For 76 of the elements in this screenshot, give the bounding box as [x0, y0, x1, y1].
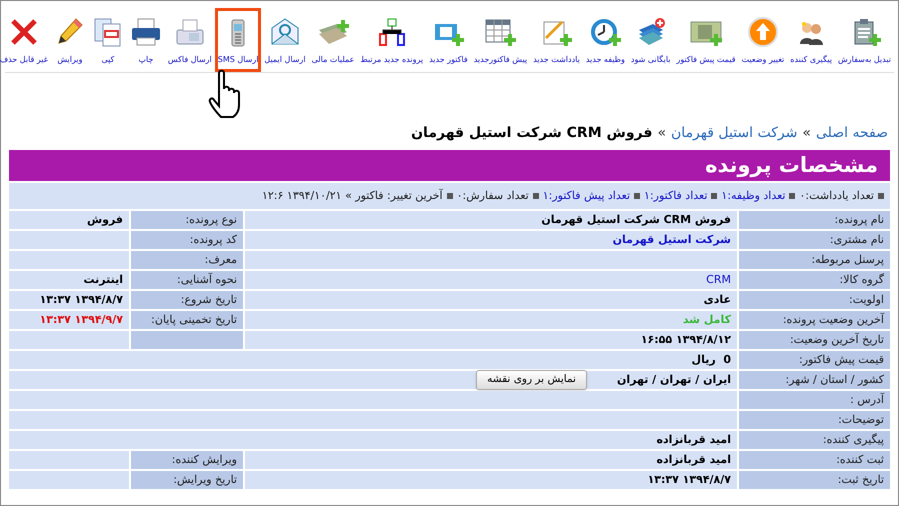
- field-label: تاریخ آخرین وضعیت:: [739, 331, 890, 349]
- cell-value: ۱۳۹۴/۹/۷ ۱۳:۳۷: [40, 312, 123, 328]
- breadcrumb-link[interactable]: صفحه اصلی: [816, 123, 888, 144]
- cell-value: ۱۳۹۴/۸/۷ ۱۳:۳۷: [40, 292, 123, 308]
- toolbar-button[interactable]: ارسال فاکس: [164, 8, 215, 72]
- field-label: ویرایش کننده:: [131, 451, 243, 469]
- summary-text: آخرین تغییر: فاکتور » ۱۳۹۴/۱۰/۲۱ ۱۲:۶: [262, 188, 443, 204]
- toolbar-button[interactable]: قیمت پیش فاکتور: [674, 8, 739, 72]
- toolbar-button[interactable]: وظیفه جدید: [582, 8, 628, 72]
- field-label: ثبت کننده:: [739, 451, 890, 469]
- toolbar-button[interactable]: چاپ: [126, 8, 165, 72]
- field-label: تاریخ شروع:: [131, 291, 243, 309]
- field-label: نام مشتری:: [739, 231, 890, 249]
- cell-value: امید قربانزاده: [656, 432, 731, 448]
- toolbar-button[interactable]: ارسال ایمیل: [261, 8, 309, 72]
- field-label: کشور / استان / شهر:: [739, 371, 890, 389]
- field-label: نوع پرونده:: [131, 211, 243, 229]
- toolbar-button[interactable]: ارسال SMS: [214, 8, 262, 72]
- breadcrumb-separator: »: [802, 124, 811, 143]
- toolbar-button[interactable]: فاکتور جدید: [426, 8, 471, 72]
- toolbar-button[interactable]: بایگانی شود: [628, 8, 674, 72]
- cell-value: فروش CRM شرکت استیل قهرمان: [541, 212, 731, 228]
- breadcrumb-current: فروش CRM شرکت استیل قهرمان: [411, 124, 652, 143]
- toolbar-button[interactable]: عملیات مالی: [308, 8, 358, 72]
- toolbar-button[interactable]: پیگیری کننده: [787, 8, 835, 72]
- toolbar-button[interactable]: ویرایش: [50, 8, 89, 72]
- field-label: کد پرونده:: [131, 231, 243, 249]
- field-label: آخرین وضعیت پرونده:: [739, 311, 890, 329]
- printer-icon: [130, 16, 162, 48]
- summary-text: تعداد یادداشت:۰: [799, 188, 874, 204]
- field-label: تاریخ ثبت:: [739, 471, 890, 489]
- field-label: توضیحات:: [739, 411, 890, 429]
- field-label: نام پرونده:: [739, 211, 890, 229]
- bullet-icon: [532, 193, 539, 199]
- map-button[interactable]: نمایش بر روی نقشه: [476, 370, 587, 390]
- cell-value: اینترنت: [84, 272, 123, 288]
- toolbar-button[interactable]: تبدیل به‌سفارش: [835, 8, 894, 72]
- field-label: تاریخ تخمینی پایان:: [131, 311, 243, 329]
- cell-value: عادی: [704, 292, 731, 308]
- toolbar-button[interactable]: یادداشت جدید: [530, 8, 583, 72]
- toolbar-button[interactable]: پیش فاکتورجدید: [470, 8, 530, 72]
- field-label: اولویت:: [739, 291, 890, 309]
- summary-link[interactable]: تعداد فاکتور:۱: [644, 188, 708, 204]
- field-label: پرسنل مربوطه:: [739, 251, 890, 269]
- cell-value: شرکت استیل قهرمان: [612, 232, 731, 248]
- page-heading: مشخصات پرونده: [9, 150, 890, 181]
- breadcrumb-separator: »: [657, 124, 666, 143]
- bullet-icon: [634, 193, 640, 199]
- summary-link[interactable]: تعداد پیش فاکتور:۱: [542, 188, 630, 204]
- cell-value: امید قربانزاده: [656, 452, 731, 468]
- alarm-clock-plus-icon: [589, 16, 622, 48]
- cell-value: ایران / تهران / تهران: [616, 372, 731, 388]
- cell-value: ۱۳۹۴/۸/۷ ۱۳:۳۷: [648, 472, 731, 488]
- toolbar-button[interactable]: تغییر وضعیت: [738, 8, 788, 72]
- cell-value: فروش: [86, 212, 123, 228]
- field-label: آدرس :: [739, 391, 890, 409]
- bullet-icon: [878, 193, 884, 199]
- summary-link[interactable]: تعداد وظیفه:۱: [721, 188, 786, 204]
- breadcrumb-link[interactable]: شرکت استیل قهرمان: [671, 123, 798, 144]
- toolbar-button[interactable]: کپی: [88, 8, 127, 72]
- field-label: قیمت پیش فاکتور:: [739, 351, 890, 369]
- cell-value: ۱۳۹۴/۸/۱۲ ۱۶:۵۵: [640, 332, 731, 348]
- field-label: گروه کالا:: [739, 271, 890, 289]
- field-label: معرف:: [131, 251, 243, 269]
- summary-text: تعداد سفارش:۰: [456, 188, 529, 204]
- cell-value: کامل شد: [682, 312, 731, 328]
- cell-value: CRM: [706, 272, 731, 288]
- cell-value: 0 ریال: [692, 352, 731, 368]
- toolbar-button[interactable]: پرونده جدید مرتبط: [357, 8, 426, 72]
- toolbar-button[interactable]: غیر قابل حذف: [0, 8, 51, 72]
- field-label: پیگیری کننده:: [739, 431, 890, 449]
- bullet-icon: [711, 193, 718, 199]
- bullet-icon: [789, 193, 796, 199]
- bullet-icon: [446, 193, 453, 199]
- field-label: تاریخ ویرایش:: [131, 471, 243, 489]
- field-label: نحوه آشنایی:: [131, 271, 243, 289]
